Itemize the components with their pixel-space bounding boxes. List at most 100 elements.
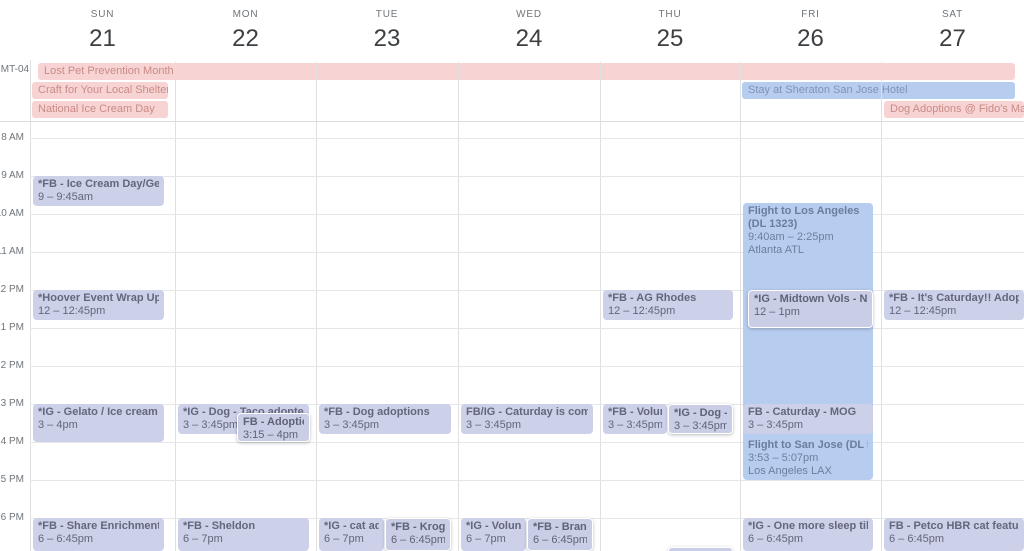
hour-label-5pm: 5 PM [0, 474, 24, 485]
day-name-sat: SAT [941, 9, 964, 20]
column-divider-fri [740, 62, 741, 551]
hour-label-10am: 10 AM [0, 208, 24, 219]
hour-line-8am [30, 138, 1024, 139]
day-number-thu: 25 [656, 25, 684, 52]
event-title: *IG - cat adop [324, 520, 379, 532]
event-title: *IG - Midtown Vols - Niki [754, 293, 867, 305]
calendar-header-row: SUN 21 MON 22 TUE 23 WED 24 THU 25 FRI 2… [0, 0, 1024, 60]
day-number-tue: 23 [373, 25, 401, 52]
event-fb-adoption[interactable]: FB - Adoption 3:15 – 4pm [237, 413, 310, 442]
day-header-wed[interactable]: WED 24 [458, 0, 600, 60]
event-fb-dog-adoptions[interactable]: *FB - Dog adoptions 3 – 3:45pm [319, 404, 451, 434]
event-time: 6 – 7pm [466, 533, 506, 545]
event-title: *FB - Ice Cream Day/Gelato [38, 178, 159, 190]
event-fb-sheldon[interactable]: *FB - Sheldon 6 – 7pm [178, 518, 309, 551]
event-flight-to-san-jose[interactable]: Flight to San Jose (DL 5833) 3:53 – 5:07… [743, 437, 873, 480]
day-header-mon[interactable]: MON 22 [175, 0, 316, 60]
event-ig-volunteer[interactable]: *IG - Voluntee 6 – 7pm [461, 518, 526, 551]
event-fb-its-caturday-adopter-testimonial[interactable]: *FB - It's Caturday!! Adopter T 12 – 12:… [884, 290, 1024, 320]
hour-label-3pm: 3 PM [0, 398, 24, 409]
column-divider-mon [175, 62, 176, 551]
day-name-mon: MON [232, 9, 259, 20]
event-title: FB - Petco HBR cat feature [889, 520, 1019, 532]
day-number-sat: 27 [939, 25, 966, 52]
event-ig-one-more-sleep-til-caturday[interactable]: *IG - One more sleep til Catur 6 – 6:45p… [743, 518, 873, 551]
event-ig-midtown-vols-niki[interactable]: *IG - Midtown Vols - Niki 12 – 1pm [748, 290, 873, 328]
day-number-fri: 26 [797, 25, 824, 52]
event-ig-dog-status[interactable]: *IG - Dog - Sta 3 – 3:45pm [668, 404, 733, 434]
hour-label-1pm: 1 PM [0, 322, 24, 333]
event-time: 12 – 12:45pm [889, 305, 957, 317]
event-title: *FB - Voluntee [608, 406, 662, 418]
event-location: Atlanta ATL [748, 244, 805, 256]
day-header-fri[interactable]: FRI 26 [740, 0, 881, 60]
hour-line-11am [30, 252, 1024, 253]
event-time: 6 – 7pm [324, 533, 364, 545]
column-divider-sat [881, 62, 882, 551]
event-time: 6 – 6:45pm [391, 534, 445, 546]
hour-label-11am: 11 AM [0, 246, 24, 257]
event-title: *FB - It's Caturday!! Adopter T [889, 292, 1019, 304]
hour-line-1pm [30, 328, 1024, 329]
hour-line-10am [30, 214, 1024, 215]
event-time: 3 – 3:45pm [466, 419, 522, 431]
event-ig-cat-adoption[interactable]: *IG - cat adop 6 – 7pm [319, 518, 384, 551]
day-header-thu[interactable]: THU 25 [600, 0, 740, 60]
event-partial-bottom-thu[interactable] [668, 547, 733, 551]
day-header-sun[interactable]: SUN 21 [30, 0, 175, 60]
event-fb-brandt-adoption[interactable]: *FB - Brandt A 6 – 6:45pm [527, 518, 593, 551]
hour-label-9am: 9 AM [1, 170, 24, 181]
event-title: *FB - Share Enrichment Articl [38, 520, 159, 532]
event-fb-ice-cream-day-gelato[interactable]: *FB - Ice Cream Day/Gelato 9 – 9:45am [33, 176, 164, 206]
event-title: *IG - Dog - Sta [674, 407, 727, 419]
hour-label-6pm: 6 PM [0, 512, 24, 523]
event-title: *FB - AG Rhodes [608, 292, 697, 304]
hour-label-2pm: 2 PM [0, 360, 24, 371]
event-title: *Hoover Event Wrap Up [38, 292, 159, 304]
day-number-sun: 21 [89, 25, 116, 52]
hour-label-8am: 8 AM [1, 132, 24, 143]
event-time: 3 – 3:45pm [324, 419, 380, 431]
event-title: Flight to San Jose (DL 5833) [748, 439, 868, 451]
event-time: 12 – 12:45pm [38, 305, 106, 317]
event-fb-petco-hbr-cat-feature[interactable]: FB - Petco HBR cat feature 6 – 6:45pm [884, 518, 1024, 551]
day-name-sun: SUN [90, 9, 115, 20]
event-title: *IG - Gelato / Ice cream day - [38, 406, 159, 418]
event-time: 6 – 6:45pm [748, 533, 804, 545]
event-location: Los Angeles LAX [748, 465, 832, 477]
day-name-fri: FRI [801, 9, 820, 20]
event-title: FB/IG - Caturday is coming! [466, 406, 588, 418]
event-fb-ig-caturday-is-coming[interactable]: FB/IG - Caturday is coming! 3 – 3:45pm [461, 404, 593, 434]
hour-line-5pm [30, 480, 1024, 481]
hour-line-2pm [30, 366, 1024, 367]
column-divider-wed [458, 62, 459, 551]
event-title: *FB - Sheldon [183, 520, 256, 532]
event-fb-share-enrichment-articles[interactable]: *FB - Share Enrichment Articl 6 – 6:45pm [33, 518, 164, 551]
event-time: 6 – 6:45pm [38, 533, 94, 545]
event-fb-caturday-mog[interactable]: FB - Caturday - MOG 3 – 3:45pm [743, 404, 873, 434]
day-name-wed: WED [516, 9, 542, 20]
event-hoover-event-wrap-up[interactable]: *Hoover Event Wrap Up 12 – 12:45pm [33, 290, 164, 320]
hour-line-9am [30, 176, 1024, 177]
day-header-sat[interactable]: SAT 27 [881, 0, 1024, 60]
day-header-tue[interactable]: TUE 23 [316, 0, 458, 60]
event-fb-ag-rhodes[interactable]: *FB - AG Rhodes 12 – 12:45pm [603, 290, 733, 320]
day-number-mon: 22 [232, 25, 259, 52]
event-time: 6 – 6:45pm [889, 533, 945, 545]
column-divider-thu [600, 62, 601, 551]
event-fb-volunteer[interactable]: *FB - Voluntee 3 – 3:45pm [603, 404, 667, 434]
event-title: FB - Caturday - MOG [748, 406, 857, 418]
day-number-wed: 24 [515, 25, 543, 52]
hour-label-12pm: 12 PM [0, 284, 24, 295]
event-ig-gelato-ice-cream-day[interactable]: *IG - Gelato / Ice cream day - 3 – 4pm [33, 404, 164, 442]
event-time: 3 – 3:45pm [748, 419, 804, 431]
event-time: 3 – 3:45pm [674, 420, 727, 432]
time-grid[interactable]: 8 AM 9 AM 10 AM 11 AM 12 PM 1 PM 2 PM 3 … [0, 62, 1024, 551]
event-time: 12 – 1pm [754, 306, 800, 318]
event-title: Flight to Los Angeles (DL 1323) [748, 205, 860, 230]
event-fb-kroger-community[interactable]: *FB - Kroger C 6 – 6:45pm [385, 518, 451, 551]
event-time: 12 – 12:45pm [608, 305, 676, 317]
event-title: *IG - One more sleep til Catur [748, 520, 868, 532]
day-name-thu: THU [658, 9, 682, 20]
event-time: 9 – 9:45am [38, 191, 94, 203]
